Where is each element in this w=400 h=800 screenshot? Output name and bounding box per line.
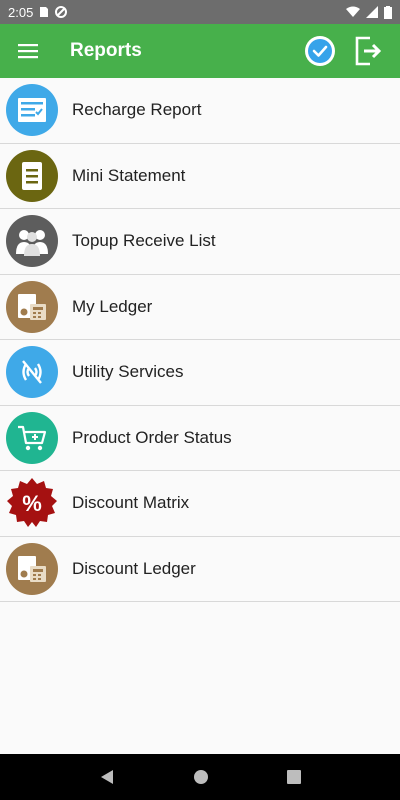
security-icon xyxy=(55,6,68,18)
list-item-discount-matrix[interactable]: % Discount Matrix xyxy=(0,471,400,537)
wireless-icon xyxy=(6,346,58,399)
back-icon[interactable] xyxy=(99,769,115,785)
list-item-label: Utility Services xyxy=(72,362,184,382)
verify-button[interactable] xyxy=(304,35,336,67)
list-item-topup-receive-list[interactable]: Topup Receive List xyxy=(0,209,400,275)
users-icon xyxy=(6,215,58,268)
check-circle-icon xyxy=(305,36,335,66)
list-item-label: Recharge Report xyxy=(72,100,202,120)
list-item-label: My Ledger xyxy=(72,296,153,316)
logout-icon xyxy=(355,36,382,66)
list-item-label: Discount Ledger xyxy=(72,558,196,578)
ledger-icon xyxy=(6,542,58,595)
system-nav-bar xyxy=(0,754,400,800)
svg-text:%: % xyxy=(22,491,42,516)
logout-button[interactable] xyxy=(352,35,384,67)
cart-icon xyxy=(6,411,58,464)
app-bar: Reports xyxy=(0,24,400,78)
list-item-label: Topup Receive List xyxy=(72,231,216,251)
ledger-icon xyxy=(6,280,58,333)
sim-card-icon xyxy=(40,7,49,17)
page-title: Reports xyxy=(70,40,142,61)
status-right xyxy=(346,5,392,19)
status-bar: 2:05 xyxy=(0,0,400,24)
signal-icon xyxy=(366,6,378,18)
discount-icon: % xyxy=(6,477,58,529)
list-item-my-ledger[interactable]: My Ledger xyxy=(0,275,400,340)
menu-button[interactable] xyxy=(0,24,56,78)
recents-icon[interactable] xyxy=(287,770,301,784)
status-time: 2:05 xyxy=(8,4,34,20)
battery-icon xyxy=(384,5,392,19)
list-item-product-order-status[interactable]: Product Order Status xyxy=(0,406,400,471)
status-left: 2:05 xyxy=(8,4,68,20)
list-item-recharge-report[interactable]: Recharge Report xyxy=(0,78,400,144)
list-item-label: Product Order Status xyxy=(72,427,232,447)
statement-icon xyxy=(6,149,58,202)
list-item-label: Mini Statement xyxy=(72,165,186,185)
wifi-icon xyxy=(346,6,360,17)
list-item-mini-statement[interactable]: Mini Statement xyxy=(0,144,400,209)
report-icon xyxy=(6,84,58,137)
reports-list: Recharge Report Mini Statement Topup Rec… xyxy=(0,78,400,602)
home-icon[interactable] xyxy=(193,769,209,785)
list-item-discount-ledger[interactable]: Discount Ledger xyxy=(0,537,400,602)
list-item-utility-services[interactable]: Utility Services xyxy=(0,340,400,406)
hamburger-icon xyxy=(18,44,38,59)
list-item-label: Discount Matrix xyxy=(72,493,190,513)
